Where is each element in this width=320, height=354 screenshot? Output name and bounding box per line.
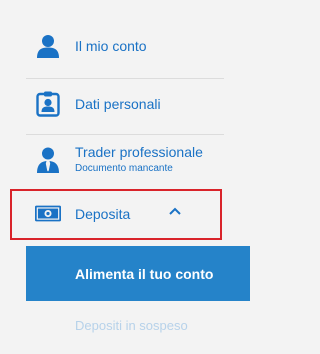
submenu-item-alimenta-il-tuo-conto[interactable]: Alimenta il tuo conto <box>26 246 250 301</box>
divider <box>26 134 224 135</box>
trader-icon <box>35 147 61 173</box>
menu-item-label: Trader professionale <box>75 144 203 160</box>
menu-item-label: Il mio conto <box>75 38 147 54</box>
id-badge-icon <box>35 91 61 117</box>
menu-item-trader-professionale[interactable]: Trader professionale Documento mancante <box>26 138 224 182</box>
submenu-item-depositi-in-sospeso[interactable]: Depositi in sospeso <box>75 318 188 333</box>
account-menu: Il mio conto Dati personali Trader profe… <box>26 0 250 354</box>
divider <box>26 78 224 79</box>
menu-item-dati-personali[interactable]: Dati personali <box>26 82 224 126</box>
menu-item-sublabel: Documento mancante <box>75 163 173 174</box>
submenu-item-label: Alimenta il tuo conto <box>75 265 214 282</box>
highlight-box <box>10 189 222 240</box>
menu-item-label: Dati personali <box>75 96 161 112</box>
menu-item-il-mio-conto[interactable]: Il mio conto <box>26 24 224 68</box>
user-icon <box>35 33 61 59</box>
